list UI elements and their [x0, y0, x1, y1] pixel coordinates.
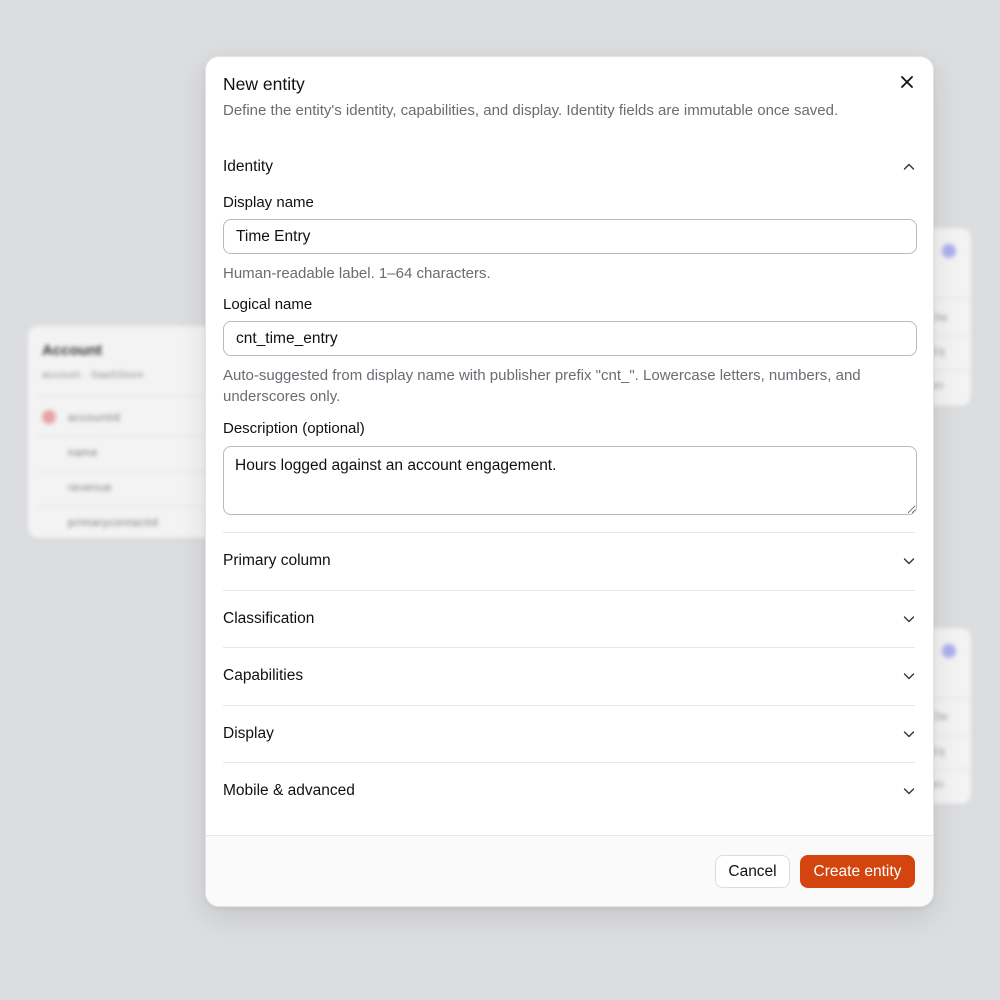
section-label: Mobile & advanced: [223, 782, 355, 799]
section-label: Capabilities: [223, 667, 304, 684]
chevron-down-icon: [903, 788, 915, 795]
close-icon: [901, 76, 913, 88]
section-divider: [223, 532, 915, 533]
cancel-button[interactable]: Cancel: [715, 855, 790, 888]
description-label: Description (optional): [223, 420, 365, 437]
section-label: Primary column: [223, 552, 331, 569]
chevron-down-icon: [903, 558, 915, 565]
display-name-help: Human-readable label. 1–64 characters.: [223, 265, 491, 282]
background-card-account: Account account · SaaSStore accountid na…: [28, 326, 228, 538]
section-identity-toggle[interactable]: Identity: [223, 155, 915, 179]
display-name-label: Display name: [223, 194, 314, 211]
background-card-subtitle: account · SaaSStore: [42, 370, 144, 381]
key-icon: [42, 410, 56, 424]
section-divider: [223, 762, 915, 763]
section-display-toggle[interactable]: Display: [223, 722, 915, 746]
background-row: accountid: [68, 412, 121, 424]
background-card-title: Account: [42, 342, 102, 359]
close-button[interactable]: [897, 72, 917, 92]
create-entity-button[interactable]: Create entity: [800, 855, 915, 888]
section-label: Classification: [223, 610, 315, 627]
background-divider: [38, 436, 228, 437]
dialog-title: New entity: [223, 74, 305, 94]
dialog-footer: Cancel Create entity: [206, 835, 933, 906]
chevron-down-icon: [903, 673, 915, 680]
background-divider: [38, 506, 228, 507]
section-capabilities-toggle[interactable]: Capabilities: [223, 664, 915, 688]
background-row: primarycontactid: [68, 517, 159, 529]
background-divider: [38, 471, 228, 472]
section-classification-toggle[interactable]: Classification: [223, 607, 915, 631]
section-label: Display: [223, 725, 274, 742]
background-dot-icon: [942, 244, 956, 258]
section-divider: [223, 647, 915, 648]
section-label: Identity: [223, 158, 273, 175]
description-textarea[interactable]: Hours logged against an account engageme…: [223, 446, 917, 515]
background-dot-icon: [942, 644, 956, 658]
background-row: name: [68, 447, 98, 459]
logical-name-input[interactable]: [223, 321, 917, 356]
display-name-input[interactable]: [223, 219, 917, 254]
logical-name-label: Logical name: [223, 296, 313, 313]
section-primary-column-toggle[interactable]: Primary column: [223, 549, 915, 573]
chevron-down-icon: [903, 731, 915, 738]
dialog-description: Define the entity's identity, capabiliti…: [223, 102, 839, 119]
section-divider: [223, 590, 915, 591]
section-mobile-advanced-toggle[interactable]: Mobile & advanced: [223, 779, 915, 803]
logical-name-help: Auto-suggested from display name with pu…: [223, 367, 861, 405]
chevron-up-icon: [903, 163, 915, 170]
background-row: revenue: [68, 482, 112, 494]
chevron-down-icon: [903, 616, 915, 623]
new-entity-dialog: New entity Define the entity's identity,…: [205, 56, 934, 907]
section-divider: [223, 705, 915, 706]
background-divider: [38, 396, 228, 397]
